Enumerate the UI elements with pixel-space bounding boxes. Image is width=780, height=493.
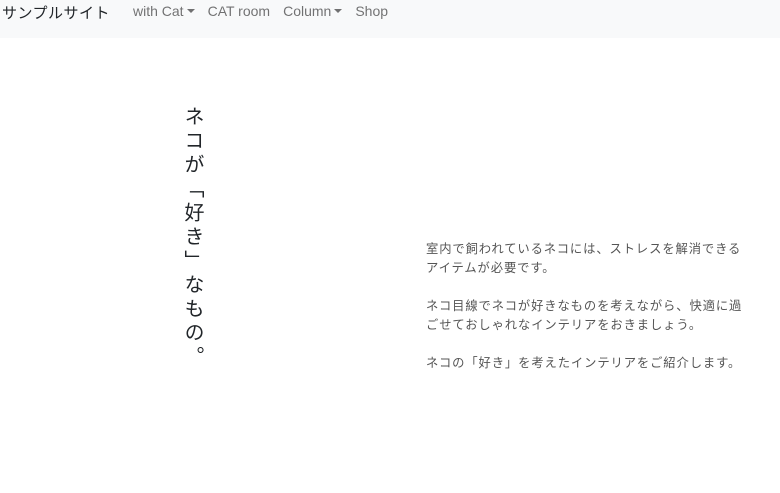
nav-item-label: Shop	[355, 3, 389, 19]
caret-down-icon	[186, 9, 195, 13]
navbar: サンプルサイト with Cat CAT room Column Shop	[0, 0, 780, 38]
nav-item-cat-room[interactable]: CAT room	[208, 3, 271, 19]
nav-item-shop[interactable]: Shop	[355, 3, 388, 19]
nav-item-label: CAT room	[207, 3, 271, 19]
nav-links: with Cat CAT room Column Shop	[133, 3, 401, 19]
nav-item-column[interactable]: Column	[283, 3, 343, 19]
hero-paragraph: ネコ目線でネコが好きなものを考えながら、快適に過ごせておしゃれなインテリアをおき…	[426, 299, 743, 332]
nav-item-label: with Cat	[133, 3, 184, 19]
nav-item-label: Column	[283, 3, 332, 19]
hero-paragraph: 室内で飼われているネコには、ストレスを解消できるアイテムが必要です。	[426, 242, 742, 275]
hero-vertical-heading: ネコが「好き」なもの。	[181, 106, 205, 370]
caret-down-icon	[334, 9, 343, 13]
nav-item-with-cat[interactable]: with Cat	[133, 3, 195, 19]
hero-copy: 室内で飼われているネコには、ストレスを解消できるアイテムが必要です。 ネコ目線で…	[426, 240, 744, 392]
hero-paragraph: ネコの「好き」を考えたインテリアをご紹介します。	[426, 356, 742, 370]
site-brand[interactable]: サンプルサイト	[2, 2, 110, 23]
